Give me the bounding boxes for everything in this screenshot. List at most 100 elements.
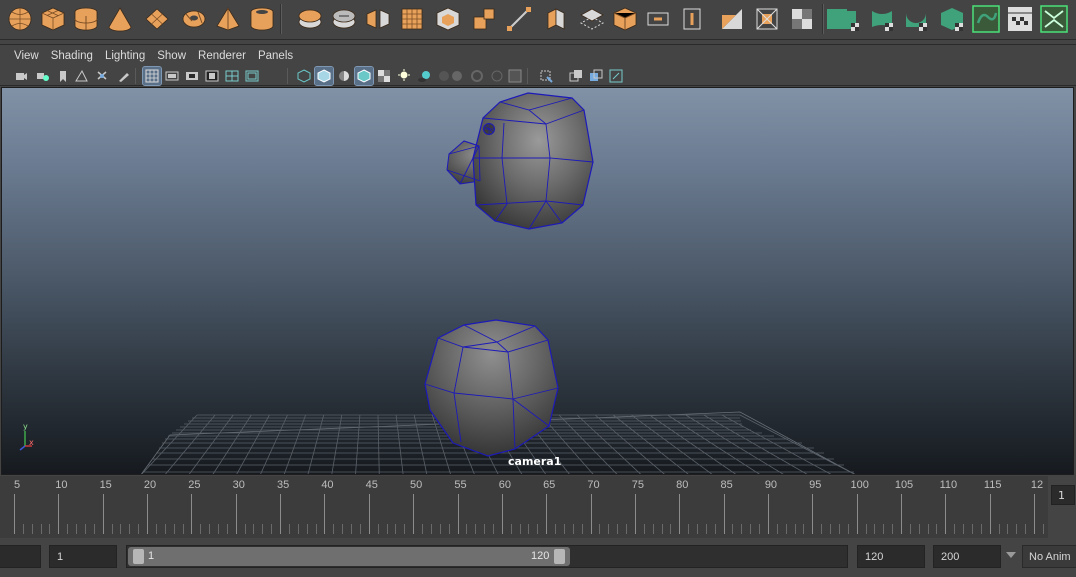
poly-sphere-icon[interactable] xyxy=(4,3,36,35)
timeline-minor-tick xyxy=(741,524,743,534)
menu-shading[interactable]: Shading xyxy=(45,46,99,66)
timeline-tick-label: 35 xyxy=(276,479,290,491)
mirror-icon[interactable] xyxy=(362,3,394,35)
poly-torus-icon[interactable] xyxy=(178,3,210,35)
fill-hole-icon[interactable] xyxy=(642,3,674,35)
grid-icon[interactable] xyxy=(142,66,162,86)
extrude-icon[interactable] xyxy=(432,3,464,35)
poly-pipe-icon[interactable] xyxy=(246,3,278,35)
uv-unfold-icon[interactable] xyxy=(1004,3,1036,35)
range-slider-fill[interactable] xyxy=(128,547,570,566)
depth-of-field-icon[interactable] xyxy=(488,67,506,85)
bridge-icon[interactable] xyxy=(503,3,535,35)
uv-planar-icon[interactable] xyxy=(866,3,898,35)
uv-checker-icon[interactable] xyxy=(832,3,864,35)
uv-editor-icon[interactable] xyxy=(1038,3,1070,35)
image-plane-icon[interactable] xyxy=(72,67,90,85)
uv-layout-icon[interactable] xyxy=(716,3,748,35)
timeline-tick-label: 85 xyxy=(720,479,733,491)
range-start-handle[interactable] xyxy=(133,549,144,564)
xray-joints-icon[interactable] xyxy=(567,67,585,85)
film-gate-icon[interactable] xyxy=(163,67,181,85)
chevron-down-icon[interactable] xyxy=(1006,552,1016,558)
menu-panels[interactable]: Panels xyxy=(252,46,299,66)
xray-icon[interactable] xyxy=(537,67,555,85)
motion-blur-icon[interactable] xyxy=(448,67,466,85)
combine-icon[interactable] xyxy=(294,3,326,35)
timeline-tick-label: 25 xyxy=(188,479,201,491)
time-slider[interactable]: 5 10 15 20 25 30 35 40 45 50 55 60 65 70 75 80 85 90 95 100… xyxy=(0,476,1048,538)
current-frame-field[interactable]: 1 xyxy=(1051,485,1075,505)
timeline-major-tick xyxy=(989,494,991,534)
timeline-tick-label: 45 xyxy=(365,479,378,491)
range-end-handle[interactable] xyxy=(554,549,565,564)
timeline-minor-tick xyxy=(209,524,211,534)
timeline-minor-tick xyxy=(1042,524,1044,534)
timeline-minor-tick xyxy=(519,524,521,534)
textured-icon[interactable] xyxy=(375,67,393,85)
timeline-minor-tick xyxy=(1007,524,1009,534)
smooth-shade-icon[interactable] xyxy=(314,66,334,86)
bevel-icon[interactable] xyxy=(468,3,500,35)
timeline-minor-tick xyxy=(351,524,353,534)
resolution-gate-icon[interactable] xyxy=(183,67,201,85)
poly-cone-icon[interactable] xyxy=(104,3,136,35)
timeline-minor-tick xyxy=(865,524,867,534)
timeline-tick-label: 55 xyxy=(454,479,467,491)
uv-cylindrical-icon[interactable] xyxy=(900,3,932,35)
isolate-select-icon[interactable] xyxy=(506,67,524,85)
camera-attributes-icon[interactable] xyxy=(33,67,51,85)
lights-icon[interactable] xyxy=(395,67,413,85)
gate-mask-icon[interactable] xyxy=(203,67,221,85)
separate-icon[interactable] xyxy=(328,3,360,35)
playback-end-field[interactable]: 120 xyxy=(857,545,925,568)
timeline-minor-tick xyxy=(377,524,379,534)
shaded-wireframe-icon[interactable] xyxy=(354,66,374,86)
grease-pencil-icon[interactable] xyxy=(114,67,132,85)
timeline-minor-tick xyxy=(40,524,42,534)
multi-cut-icon[interactable] xyxy=(540,3,572,35)
timeline-minor-tick xyxy=(306,524,308,534)
playback-start-field[interactable]: 1 xyxy=(49,545,117,568)
safe-action-icon[interactable] xyxy=(243,67,261,85)
antialias-icon[interactable] xyxy=(468,67,486,85)
toolbar-separator xyxy=(135,68,136,84)
uv-snapshot-icon[interactable] xyxy=(786,3,818,35)
poly-cube-shell-icon[interactable] xyxy=(676,3,708,35)
menu-lighting[interactable]: Lighting xyxy=(99,46,151,66)
timeline-minor-tick xyxy=(874,524,876,534)
bookmark-icon[interactable] xyxy=(54,67,72,85)
perspective-viewport[interactable]: y x camera1 xyxy=(1,87,1074,475)
animation-start-field[interactable] xyxy=(0,545,41,568)
camera-tools-icon[interactable] xyxy=(93,67,111,85)
shadows-icon[interactable] xyxy=(415,67,433,85)
xray-components-icon[interactable] xyxy=(587,67,605,85)
anim-layer-dropdown[interactable]: No Anim xyxy=(1022,545,1076,568)
select-camera-icon[interactable] xyxy=(12,67,30,85)
wireframe-on-shaded-icon[interactable] xyxy=(335,67,353,85)
timeline-minor-tick xyxy=(244,524,246,534)
menu-renderer[interactable]: Renderer xyxy=(192,46,252,66)
insert-edge-loop-icon[interactable] xyxy=(576,3,608,35)
wireframe-icon[interactable] xyxy=(295,67,313,85)
timeline-minor-tick xyxy=(617,524,619,534)
poly-cube-icon[interactable] xyxy=(37,3,69,35)
poly-cylinder-icon[interactable] xyxy=(70,3,102,35)
uv-bounding-icon[interactable] xyxy=(751,3,783,35)
smooth-icon[interactable] xyxy=(396,3,428,35)
timeline-major-tick xyxy=(812,494,814,534)
menu-show[interactable]: Show xyxy=(151,46,192,66)
poly-plane-icon[interactable] xyxy=(141,3,173,35)
poly-pyramid-icon[interactable] xyxy=(212,3,244,35)
timeline-minor-tick xyxy=(528,524,530,534)
animation-end-field[interactable]: 200 xyxy=(933,545,1001,568)
append-polygon-icon[interactable] xyxy=(609,3,641,35)
uv-spherical-icon[interactable] xyxy=(936,3,968,35)
menu-view[interactable]: View xyxy=(8,46,45,66)
timeline-minor-tick xyxy=(297,524,299,534)
uv-automatic-icon[interactable] xyxy=(970,3,1002,35)
timeline-minor-tick xyxy=(927,524,929,534)
head-mesh[interactable] xyxy=(446,92,594,230)
display-layers-icon[interactable] xyxy=(607,67,625,85)
field-chart-icon[interactable] xyxy=(223,67,241,85)
